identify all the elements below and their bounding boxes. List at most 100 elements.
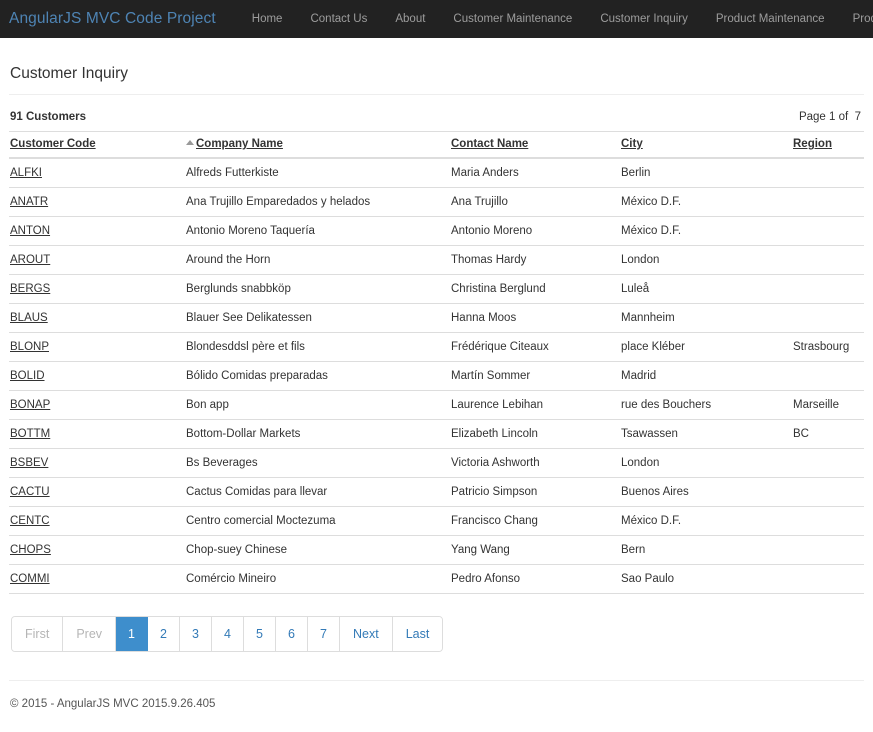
summary-bar: 91 Customers Page 1 of 7 (9, 95, 864, 131)
cell-code[interactable]: AROUT (9, 246, 185, 275)
cell-code[interactable]: ANTON (9, 217, 185, 246)
table-row: CENTCCentro comercial MoctezumaFrancisco… (9, 507, 864, 536)
pagination-page-2[interactable]: 2 (148, 617, 180, 651)
cell-code[interactable]: CACTU (9, 478, 185, 507)
cell-code[interactable]: COMMI (9, 565, 185, 594)
cell-region (792, 188, 864, 217)
main-container: Customer Inquiry 91 Customers Page 1 of … (0, 38, 873, 710)
cell-region: Marseille (792, 391, 864, 420)
column-header-code[interactable]: Customer Code (9, 132, 185, 159)
customer-code-link[interactable]: BERGS (10, 283, 50, 295)
cell-company: Around the Horn (185, 246, 450, 275)
cell-code[interactable]: BONAP (9, 391, 185, 420)
customer-code-link[interactable]: CHOPS (10, 544, 51, 556)
cell-city: México D.F. (620, 507, 792, 536)
table-row: AROUTAround the HornThomas HardyLondon (9, 246, 864, 275)
pagination-prev: Prev (63, 617, 116, 651)
column-header-region[interactable]: Region (792, 132, 864, 159)
pagination: FirstPrev1234567NextLast (11, 616, 443, 652)
navbar-brand[interactable]: AngularJS MVC Code Project (9, 0, 216, 38)
cell-company: Blauer See Delikatessen (185, 304, 450, 333)
cell-region: BC (792, 420, 864, 449)
cell-company: Centro comercial Moctezuma (185, 507, 450, 536)
column-header-company[interactable]: Company Name (185, 132, 450, 159)
cell-code[interactable]: ALFKI (9, 158, 185, 188)
customer-code-link[interactable]: BLAUS (10, 312, 48, 324)
column-sort-link-company[interactable]: Company Name (196, 138, 283, 150)
column-sort-link-city[interactable]: City (621, 138, 643, 150)
customer-code-link[interactable]: CENTC (10, 515, 50, 527)
cell-city: México D.F. (620, 217, 792, 246)
cell-code[interactable]: CENTC (9, 507, 185, 536)
table-row: ALFKIAlfreds FutterkisteMaria AndersBerl… (9, 158, 864, 188)
customer-code-link[interactable]: AROUT (10, 254, 50, 266)
navbar-links: HomeContact UsAboutCustomer MaintenanceC… (238, 0, 873, 38)
nav-link-contact-us[interactable]: Contact Us (296, 0, 381, 38)
nav-link-customer-maintenance[interactable]: Customer Maintenance (439, 0, 586, 38)
pagination-page-3[interactable]: 3 (180, 617, 212, 651)
cell-code[interactable]: ANATR (9, 188, 185, 217)
table-row: BOTTMBottom-Dollar MarketsElizabeth Linc… (9, 420, 864, 449)
cell-region (792, 536, 864, 565)
customer-code-link[interactable]: ALFKI (10, 167, 42, 179)
top-navbar: AngularJS MVC Code Project HomeContact U… (0, 0, 873, 38)
customer-code-link[interactable]: BOTTM (10, 428, 50, 440)
pagination-page-7[interactable]: 7 (308, 617, 340, 651)
table-row: CACTUCactus Comidas para llevarPatricio … (9, 478, 864, 507)
column-header-city[interactable]: City (620, 132, 792, 159)
pagination-page-6[interactable]: 6 (276, 617, 308, 651)
cell-city: London (620, 449, 792, 478)
table-row: BLONPBlondesddsl père et filsFrédérique … (9, 333, 864, 362)
table-header-row: Customer Code Company Name Contact Name Cit… (9, 132, 864, 159)
cell-city: Sao Paulo (620, 565, 792, 594)
nav-link-product-inquiry[interactable]: Product Inquiry (839, 0, 873, 38)
pagination-page-5[interactable]: 5 (244, 617, 276, 651)
column-sort-link-region[interactable]: Region (793, 138, 832, 150)
table-row: BONAPBon appLaurence Lebihanrue des Bouc… (9, 391, 864, 420)
table-body: ALFKIAlfreds FutterkisteMaria AndersBerl… (9, 158, 864, 594)
page-footer: © 2015 - AngularJS MVC 2015.9.26.405 (9, 680, 864, 710)
column-sort-link-contact[interactable]: Contact Name (451, 138, 528, 150)
page-indicator-label: Page 1 of 7 (799, 111, 861, 123)
cell-code[interactable]: BOLID (9, 362, 185, 391)
column-sort-link-code[interactable]: Customer Code (10, 138, 96, 150)
table-row: CHOPSChop-suey ChineseYang WangBern (9, 536, 864, 565)
customer-code-link[interactable]: COMMI (10, 573, 50, 585)
nav-link-about[interactable]: About (381, 0, 439, 38)
pagination-page-4[interactable]: 4 (212, 617, 244, 651)
cell-company: Bólido Comidas preparadas (185, 362, 450, 391)
cell-company: Chop-suey Chinese (185, 536, 450, 565)
cell-city: Luleå (620, 275, 792, 304)
cell-company: Bs Beverages (185, 449, 450, 478)
page-title: Customer Inquiry (9, 38, 864, 95)
customer-code-link[interactable]: ANATR (10, 196, 48, 208)
customer-code-link[interactable]: BONAP (10, 399, 50, 411)
cell-code[interactable]: BSBEV (9, 449, 185, 478)
cell-region: Strasbourg (792, 333, 864, 362)
cell-code[interactable]: BLAUS (9, 304, 185, 333)
customer-code-link[interactable]: BOLID (10, 370, 45, 382)
cell-city: México D.F. (620, 188, 792, 217)
table-row: BOLIDBólido Comidas preparadasMartín Som… (9, 362, 864, 391)
cell-contact: Elizabeth Lincoln (450, 420, 620, 449)
customer-code-link[interactable]: CACTU (10, 486, 50, 498)
column-header-contact[interactable]: Contact Name (450, 132, 620, 159)
cell-code[interactable]: BOTTM (9, 420, 185, 449)
cell-code[interactable]: BLONP (9, 333, 185, 362)
pagination-next[interactable]: Next (340, 617, 393, 651)
cell-company: Antonio Moreno Taquería (185, 217, 450, 246)
cell-code[interactable]: CHOPS (9, 536, 185, 565)
cell-code[interactable]: BERGS (9, 275, 185, 304)
nav-link-product-maintenance[interactable]: Product Maintenance (702, 0, 839, 38)
cell-contact: Laurence Lebihan (450, 391, 620, 420)
cell-contact: Christina Berglund (450, 275, 620, 304)
cell-city: rue des Bouchers (620, 391, 792, 420)
pagination-last[interactable]: Last (393, 617, 443, 651)
customer-code-link[interactable]: BLONP (10, 341, 49, 353)
customer-code-link[interactable]: ANTON (10, 225, 50, 237)
nav-link-home[interactable]: Home (238, 0, 297, 38)
pagination-page-1[interactable]: 1 (116, 617, 148, 651)
nav-link-customer-inquiry[interactable]: Customer Inquiry (586, 0, 702, 38)
cell-city: place Kléber (620, 333, 792, 362)
customer-code-link[interactable]: BSBEV (10, 457, 48, 469)
